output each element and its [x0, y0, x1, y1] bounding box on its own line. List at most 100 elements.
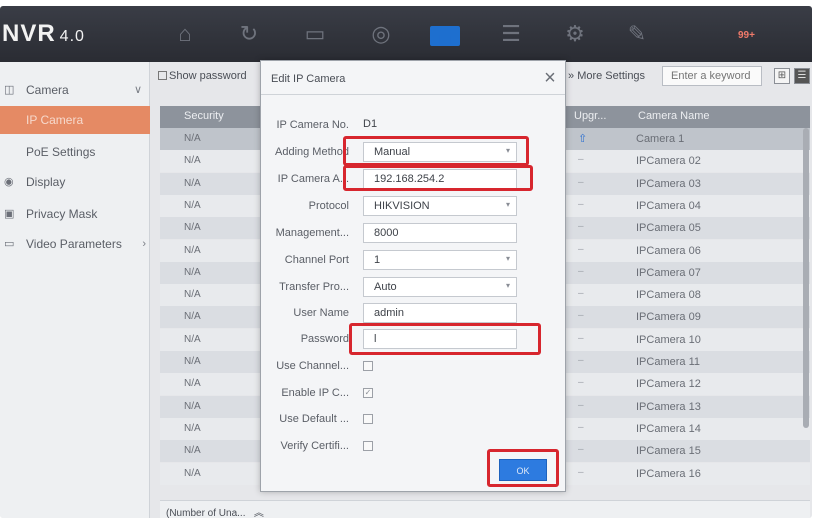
ip-camera-no-value: D1 [363, 118, 378, 130]
use-channel-label: Use Channel... [276, 360, 349, 372]
highlight-password [349, 323, 541, 355]
upgrade-cell: – [578, 198, 584, 210]
security-cell: N/A [184, 378, 201, 390]
dropdown-arrow-icon: ▾ [505, 281, 510, 290]
camera-name-cell: IPCamera 11 [636, 356, 700, 368]
highlight-ip-address [343, 165, 533, 191]
chevron-up-icon: ︽ [253, 508, 264, 518]
security-cell: N/A [184, 356, 201, 367]
nvr-screen: NVR 4.0 ⌂ ↻ ▭ ◎ ■ ☰ ⚙ ✎ 99+ ◫ Camera ∨ IP… [0, 6, 812, 518]
security-cell: N/A [184, 244, 201, 256]
sidebar-item-display[interactable]: ◉ Display [0, 168, 150, 196]
column-header-upgrade[interactable]: Upgr... [574, 110, 606, 122]
upgrade-cell: – [578, 355, 584, 366]
security-cell: N/A [184, 400, 201, 412]
upgrade-cell: – [578, 221, 584, 233]
ip-camera-no-label: IP Camera No. [276, 119, 349, 131]
camera-name-cell: IPCamera 04 [636, 199, 701, 212]
sidebar-item-ip-camera[interactable]: IP Camera [0, 106, 150, 134]
app-logo: NVR 4.0 [2, 20, 85, 47]
folder-icon[interactable]: ▭ [298, 20, 332, 48]
upgrade-cell: – [578, 399, 584, 411]
use-channel-checkbox[interactable] [363, 361, 373, 371]
verify-certificate-label: Verify Certifi... [280, 440, 349, 452]
highlight-adding-method [343, 136, 529, 166]
protocol-select[interactable]: HIKVISION ▾ [363, 196, 517, 216]
security-cell: N/A [184, 467, 201, 479]
notification-badge[interactable]: 99+ [738, 30, 755, 41]
storage-icon[interactable]: ☰ [494, 20, 528, 48]
top-navigation-bar: NVR 4.0 ⌂ ↻ ▭ ◎ ■ ☰ ⚙ ✎ 99+ [0, 6, 812, 62]
camera-name-cell: IPCamera 05 [636, 222, 701, 235]
column-header-camera-name[interactable]: Camera Name [638, 110, 710, 122]
camera-icon: ◫ [4, 84, 15, 96]
security-cell: N/A [184, 155, 201, 167]
security-cell: N/A [184, 311, 201, 323]
password-label: Password [300, 333, 349, 345]
verify-certificate-checkbox[interactable] [363, 441, 373, 451]
sidebar-item-privacy-mask[interactable]: ▣ Privacy Mask [0, 200, 150, 228]
protocol-label: Protocol [308, 200, 349, 212]
camera-name-cell: IPCamera 03 [636, 177, 701, 190]
search-input[interactable] [662, 66, 762, 86]
configuration-icon[interactable]: ■ [430, 26, 460, 52]
column-header-security[interactable]: Security [184, 110, 224, 122]
camera-name-cell: IPCamera 15 [636, 445, 701, 458]
ip-address-label: IP Camera A... [277, 173, 349, 185]
user-name-field[interactable]: admin [363, 303, 517, 323]
transfer-protocol-select[interactable]: Auto ▾ [363, 277, 517, 297]
video-parameters-icon: ▭ [4, 238, 15, 250]
camera-name-cell: IPCamera 09 [636, 311, 701, 324]
smart-icon[interactable]: ◎ [364, 20, 398, 48]
dialog-title-bar: Edit IP Camera × [261, 61, 565, 95]
sidebar-item-video-parameters[interactable]: ▭ Video Parameters › [0, 230, 150, 258]
status-footer: (Number of Una... ︽ [160, 500, 810, 518]
management-port-field[interactable]: 8000 [363, 223, 517, 243]
security-cell: N/A [184, 445, 201, 457]
transfer-protocol-label: Transfer Pro... [279, 281, 349, 293]
camera-name-cell: IPCamera 16 [636, 467, 701, 480]
security-cell: N/A [184, 422, 201, 434]
upgrade-icon[interactable]: ⇧ [578, 132, 587, 145]
channel-port-select[interactable]: 1 ▾ [363, 250, 517, 270]
enable-ip-label: Enable IP C... [281, 387, 349, 399]
camera-name-cell: IPCamera 02 [636, 155, 701, 168]
upgrade-cell: – [578, 466, 584, 478]
dialog-title: Edit IP Camera [271, 73, 346, 85]
show-password-checkbox[interactable]: Show password [158, 70, 247, 82]
camera-name-cell: IPCamera 14 [636, 422, 701, 435]
channel-port-label: Channel Port [284, 254, 349, 266]
more-settings-link[interactable]: » More Settings [568, 70, 645, 82]
use-default-checkbox[interactable] [363, 414, 373, 424]
security-cell: N/A [184, 133, 201, 144]
upgrade-cell: – [578, 154, 584, 166]
upgrade-cell: – [578, 288, 584, 300]
upgrade-cell: – [578, 421, 584, 433]
camera-icon[interactable]: ⌂ [168, 20, 202, 48]
maintenance-icon[interactable]: ✎ [620, 20, 654, 48]
camera-name-cell: IPCamera 13 [636, 400, 701, 413]
sidebar-item-camera[interactable]: ◫ Camera ∨ [0, 76, 150, 104]
use-default-label: Use Default ... [279, 413, 349, 425]
upgrade-cell: – [578, 176, 584, 188]
upgrade-cell: – [578, 243, 584, 255]
user-name-label: User Name [293, 307, 349, 319]
security-cell: N/A [184, 222, 201, 234]
list-view-icon[interactable]: ☰ [794, 68, 810, 84]
playback-icon[interactable]: ↻ [232, 20, 266, 48]
camera-name-cell: IPCamera 07 [636, 266, 701, 279]
security-cell: N/A [184, 333, 201, 345]
adding-method-label: Adding Method [275, 146, 349, 158]
chevron-right-icon: › [142, 238, 146, 250]
camera-name-cell: IPCamera 12 [636, 378, 701, 391]
unadded-count-text[interactable]: (Number of Una... ︽ [166, 504, 264, 518]
close-icon[interactable]: × [539, 67, 561, 89]
enable-ip-checkbox[interactable]: ✓ [363, 388, 373, 398]
upgrade-cell: – [578, 377, 584, 389]
upgrade-cell: – [578, 265, 584, 277]
grid-view-icon[interactable]: ⊞ [774, 68, 790, 84]
table-scrollbar[interactable] [803, 128, 809, 428]
settings-icon[interactable]: ⚙ [558, 20, 592, 48]
security-cell: N/A [184, 177, 201, 189]
sidebar-item-poe-settings[interactable]: PoE Settings [0, 138, 150, 166]
